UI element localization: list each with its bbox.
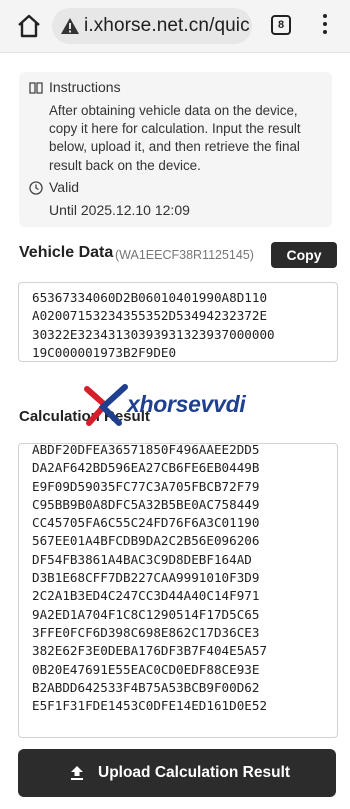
calculation-result-text: ABDF20DFEA36571850F496AAEE2DD5 DA2AF642B… (32, 443, 268, 714)
vehicle-data-text: 65367334060D2B06010401990A8D110 A0200715… (32, 290, 275, 360)
instructions-title: Instructions (49, 79, 121, 95)
copy-button[interactable]: Copy (271, 242, 337, 268)
book-icon (29, 82, 43, 94)
valid-title: Valid (49, 179, 80, 195)
clock-icon (29, 181, 43, 195)
instructions-panel: Instructions After obtaining vehicle dat… (19, 72, 332, 227)
home-icon[interactable] (16, 13, 42, 39)
browser-toolbar: i.xhorse.net.cn/quic 8 (0, 0, 350, 53)
upload-icon (71, 766, 83, 780)
vin-text: (WA1EECF38R1125145) (115, 248, 254, 262)
upload-calculation-button[interactable]: Upload Calculation Result (18, 749, 336, 797)
calculation-result-field[interactable]: ABDF20DFEA36571850F496AAEE2DD5 DA2AF642B… (18, 443, 338, 738)
tabs-icon[interactable]: 8 (271, 15, 291, 35)
watermark-text: xhorsevvdi (127, 391, 246, 417)
watermark-logo: xhorsevvdi (83, 383, 283, 427)
menu-icon[interactable] (322, 14, 328, 38)
valid-until: Until 2025.12.10 12:09 (49, 202, 190, 218)
url-text[interactable]: i.xhorse.net.cn/quic (84, 15, 250, 37)
instructions-text: After obtaining vehicle data on the devi… (49, 103, 301, 173)
site-info-icon[interactable] (60, 16, 80, 36)
vehicle-data-label: Vehicle Data (19, 244, 114, 261)
vehicle-data-field[interactable]: 65367334060D2B06010401990A8D110 A0200715… (18, 282, 338, 362)
upload-button-label: Upload Calculation Result (98, 764, 291, 781)
address-bar[interactable]: i.xhorse.net.cn/quic (52, 8, 252, 44)
